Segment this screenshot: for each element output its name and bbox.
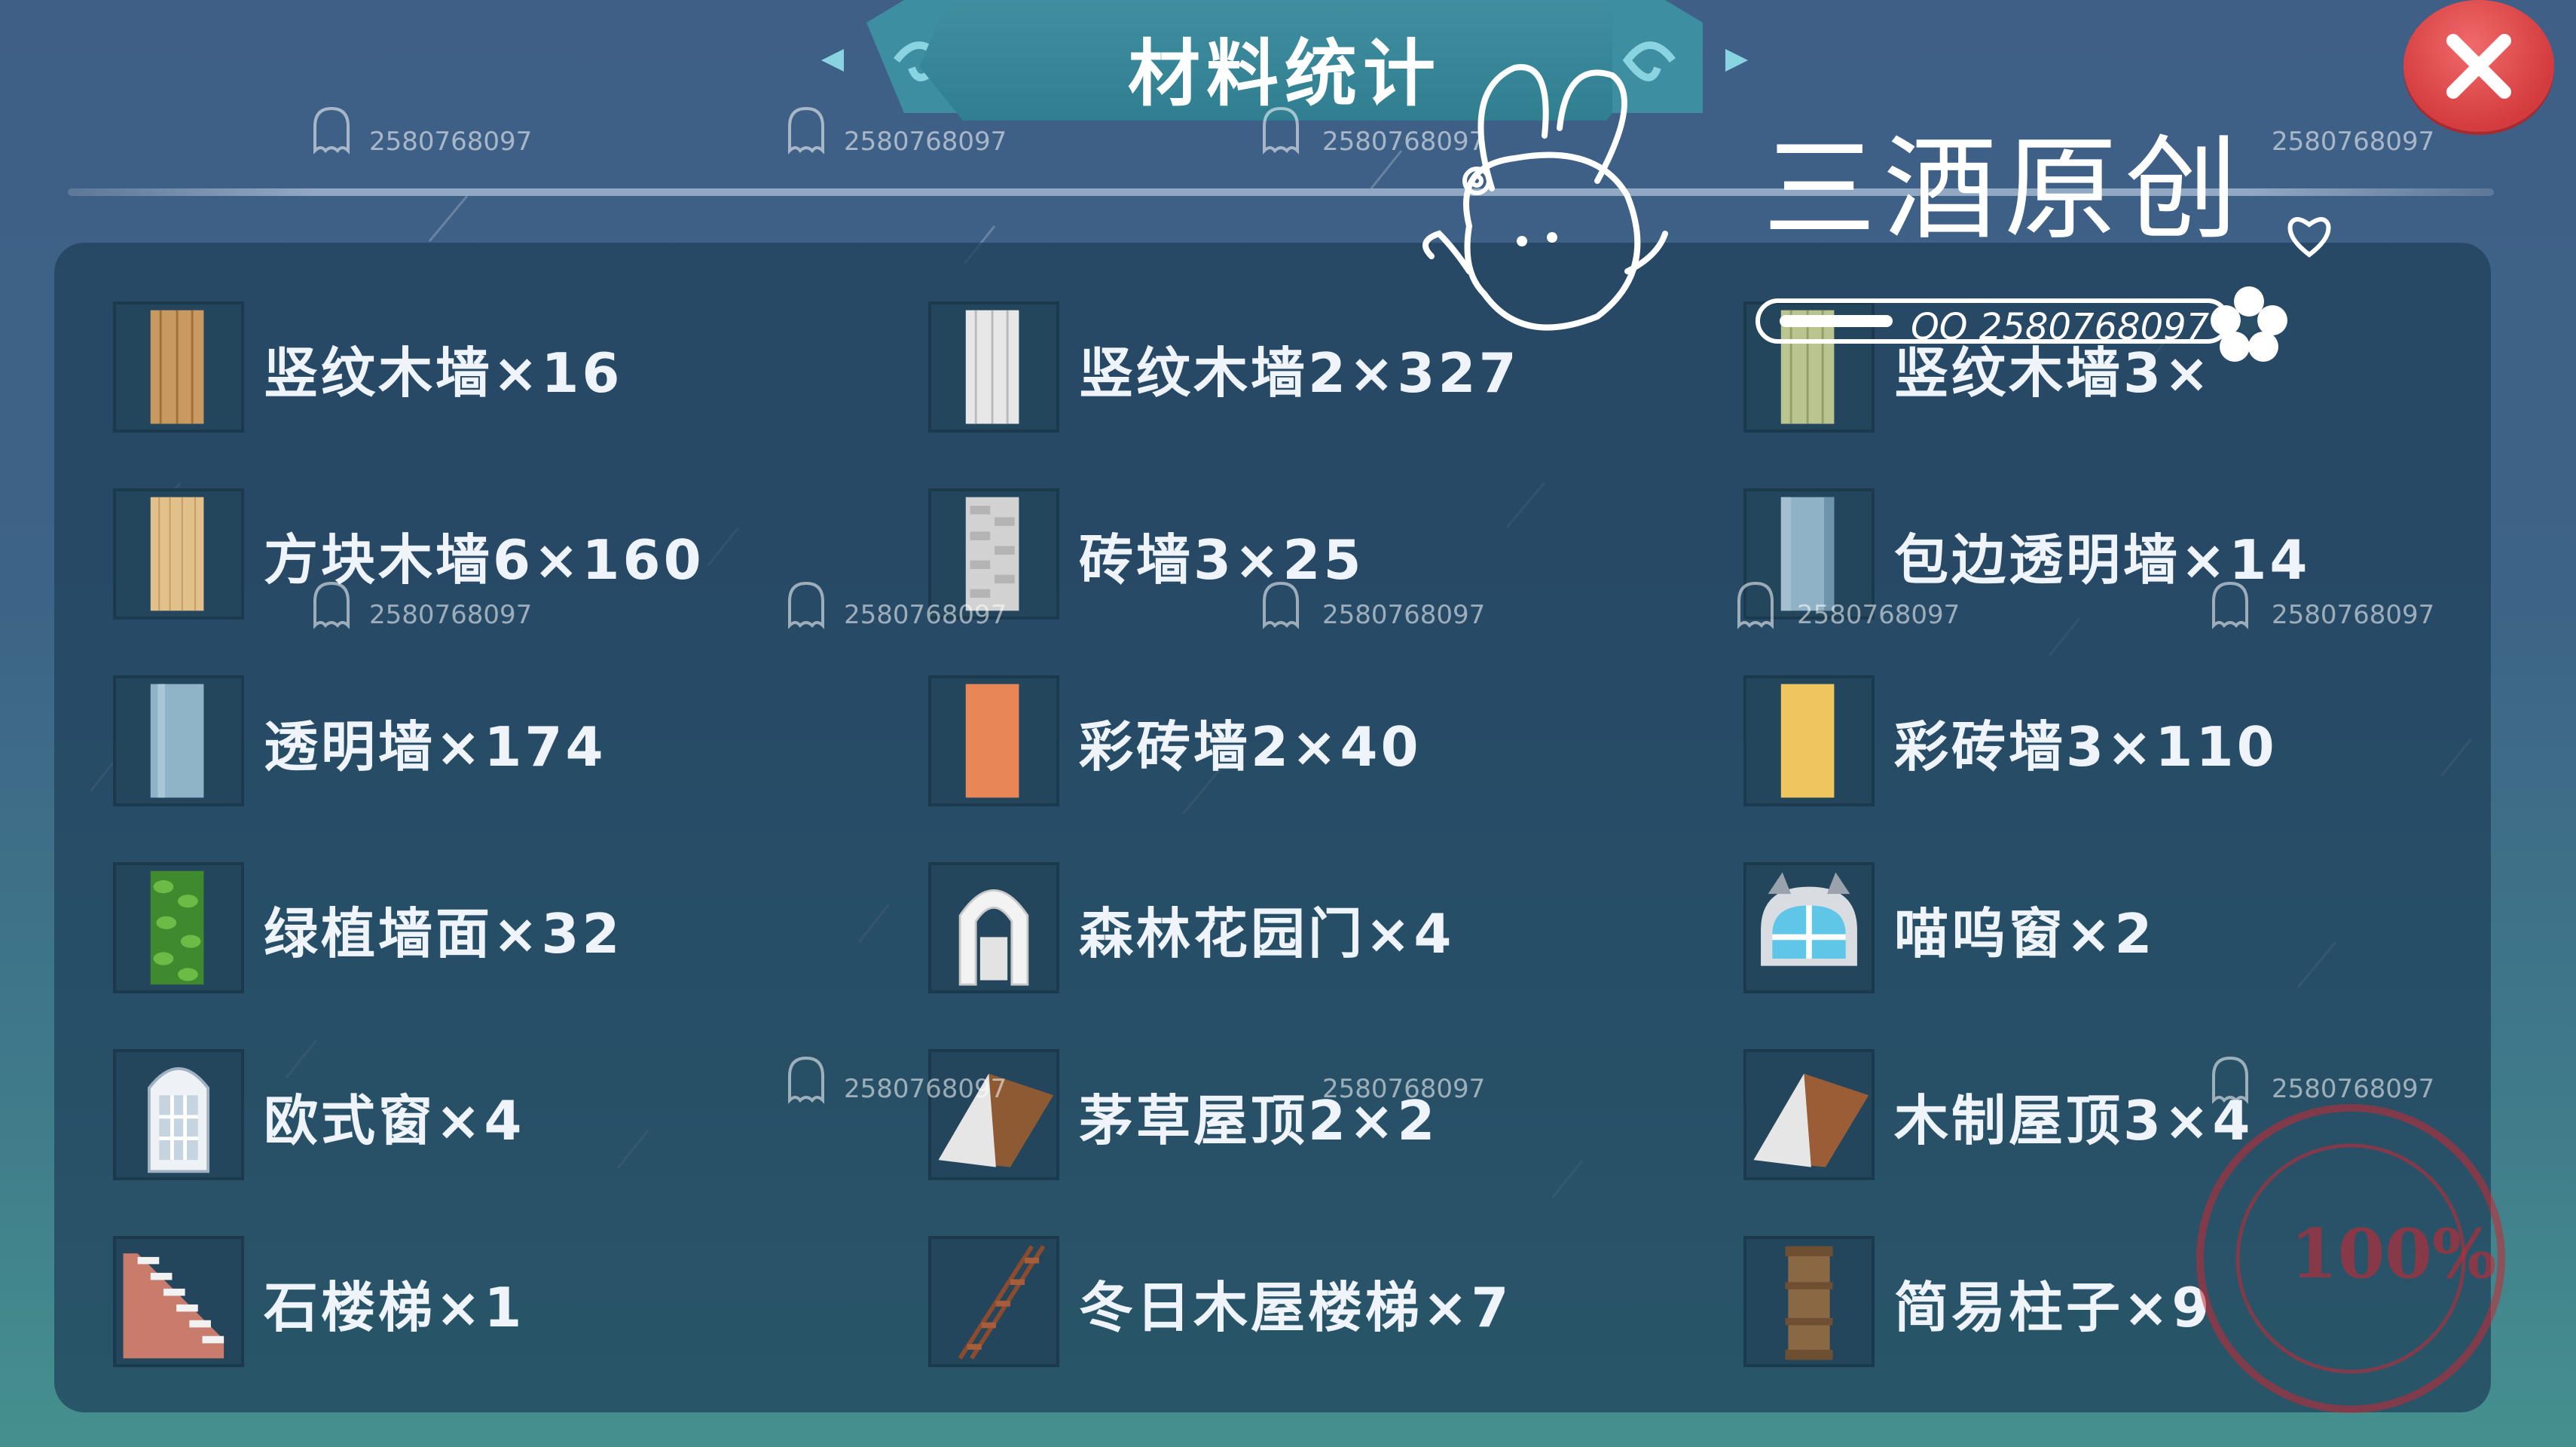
- ghost-icon: [2212, 1056, 2248, 1104]
- wood-roof-icon: [1743, 1049, 1875, 1180]
- brand-qq-text: QQ 2580768097: [1911, 306, 2210, 348]
- material-label: 石楼梯×1: [264, 1276, 525, 1339]
- ghost-icon: [788, 581, 824, 629]
- close-button[interactable]: [2403, 0, 2554, 132]
- stamp-percent: 100%: [2290, 1214, 2496, 1294]
- material-item[interactable]: 透明墙×174: [113, 675, 866, 811]
- ghost-icon: [788, 106, 824, 154]
- red-seal-stamp: 100%: [2196, 1104, 2505, 1413]
- meow-window-icon: [1743, 862, 1875, 993]
- material-item[interactable]: 森林花园门×4: [928, 862, 1682, 998]
- material-item[interactable]: 喵呜窗×2: [1743, 862, 2497, 998]
- watermark-id: 2580768097: [1322, 600, 1486, 630]
- ghost-icon: [1263, 581, 1299, 629]
- color-brick-wall-3-icon: [1743, 675, 1875, 806]
- material-label: 喵呜窗×2: [1894, 902, 2156, 965]
- brand-qq-badge: QQ 2580768097: [1756, 298, 2230, 348]
- thatch-roof-icon: [928, 1049, 1059, 1180]
- watermark-id: 2580768097: [844, 127, 1007, 157]
- watermark-id: 2580768097: [369, 127, 533, 157]
- bunny-mascot-icon: [1422, 64, 1668, 331]
- material-item[interactable]: 绿植墙面×32: [113, 862, 866, 998]
- material-label: 透明墙×174: [264, 715, 607, 779]
- simple-pillar-icon: [1743, 1236, 1875, 1367]
- watermark-id: 2580768097: [1322, 1074, 1486, 1104]
- ghost-icon: [2212, 581, 2248, 629]
- material-item[interactable]: 彩砖墙2×40: [928, 675, 1682, 811]
- glass-wall-icon: [113, 675, 244, 806]
- ghost-icon: [313, 581, 350, 629]
- close-icon: [2446, 34, 2511, 99]
- color-brick-wall-2-icon: [928, 675, 1059, 806]
- material-item[interactable]: 砖墙3×25: [928, 488, 1682, 624]
- watermark-id: 2580768097: [2272, 1074, 2435, 1104]
- european-window-icon: [113, 1049, 244, 1180]
- watermark-id: 2580768097: [369, 600, 533, 630]
- material-item[interactable]: 竖纹木墙×16: [113, 301, 866, 437]
- winter-cabin-stairs-icon: [928, 1236, 1059, 1367]
- watermark-id: 2580768097: [2272, 600, 2435, 630]
- material-label: 冬日木屋楼梯×7: [1079, 1276, 1512, 1339]
- material-label: 绿植墙面×32: [264, 902, 623, 965]
- material-item[interactable]: 石楼梯×1: [113, 1236, 866, 1372]
- stone-stairs-icon: [113, 1236, 244, 1367]
- watermark-id: 2580768097: [844, 600, 1007, 630]
- forest-garden-gate-icon: [928, 862, 1059, 993]
- material-item[interactable]: 茅草屋顶2×2: [928, 1049, 1682, 1185]
- vertical-wood-wall-icon: [113, 301, 244, 433]
- material-item[interactable]: 冬日木屋楼梯×7: [928, 1236, 1682, 1372]
- ghost-icon: [1737, 581, 1774, 629]
- material-label: 彩砖墙2×40: [1079, 715, 1422, 779]
- watermark-id: 2580768097: [1797, 600, 1960, 630]
- material-label: 砖墙3×25: [1079, 528, 1364, 592]
- ghost-icon: [313, 106, 350, 154]
- material-item[interactable]: 彩砖墙3×110: [1743, 675, 2497, 811]
- block-wood-wall-icon: [113, 488, 244, 619]
- heart-icon: [2287, 217, 2331, 258]
- material-label: 彩砖墙3×110: [1894, 715, 2278, 779]
- material-label: 欧式窗×4: [264, 1089, 525, 1152]
- ghost-icon: [1263, 106, 1299, 154]
- flower-icon: [2211, 286, 2287, 362]
- vertical-wood-wall-2-icon: [928, 301, 1059, 433]
- qq-bar-icon: [1780, 315, 1893, 327]
- ghost-icon: [788, 1056, 824, 1104]
- brand-watermark: 三酒原创 QQ 2580768097: [1401, 45, 2351, 377]
- material-label: 森林花园门×4: [1079, 902, 1455, 965]
- watermark-id: 2580768097: [844, 1074, 1007, 1104]
- brand-name: 三酒原创: [1763, 124, 2246, 255]
- material-label: 竖纹木墙×16: [264, 341, 623, 405]
- plant-wall-icon: [113, 862, 244, 993]
- material-item[interactable]: 欧式窗×4: [113, 1049, 866, 1185]
